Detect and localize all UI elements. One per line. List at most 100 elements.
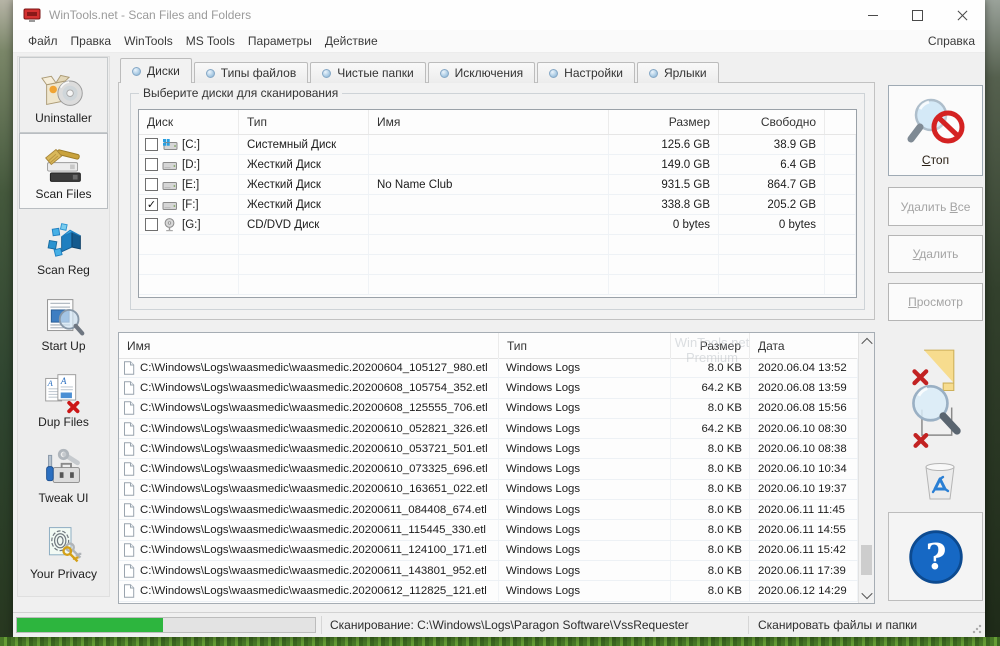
sidebar-item-scan-reg[interactable]: Scan Reg bbox=[19, 209, 108, 285]
sidebar-item-dup-files[interactable]: Dup Files bbox=[19, 361, 108, 437]
file-icon bbox=[123, 462, 135, 476]
disk-row[interactable]: [D:] Жесткий Диск 149.0 GB 6.4 GB bbox=[139, 155, 856, 175]
desktop-wallpaper-left bbox=[0, 0, 13, 646]
file-row[interactable]: C:\Windows\Logs\waasmedic\waasmedic.2020… bbox=[119, 398, 858, 419]
disk-row[interactable]: ✓ [F:] Жесткий Диск 338.8 GB 205.2 GB bbox=[139, 195, 856, 215]
delete-label: Удалить bbox=[912, 247, 959, 261]
file-date: 2020.06.10 19:37 bbox=[750, 479, 858, 500]
file-date: 2020.06.10 10:34 bbox=[750, 459, 858, 479]
file-size: 8.0 KB bbox=[671, 398, 750, 418]
help-button[interactable] bbox=[888, 512, 983, 601]
disk-size: 149.0 GB bbox=[609, 155, 719, 174]
file-type: Windows Logs bbox=[499, 439, 671, 459]
sidebar-icon bbox=[41, 446, 86, 491]
file-path: C:\Windows\Logs\waasmedic\waasmedic.2020… bbox=[140, 381, 488, 394]
disk-col-size[interactable]: Размер bbox=[609, 110, 719, 134]
file-size: 8.0 KB bbox=[671, 358, 750, 378]
file-row[interactable]: C:\Windows\Logs\waasmedic\waasmedic.2020… bbox=[119, 378, 858, 399]
preview-button[interactable]: Просмотр bbox=[888, 283, 983, 321]
file-size: 8.0 KB bbox=[671, 479, 750, 500]
tab-6[interactable]: Ярлыки bbox=[637, 62, 719, 83]
resize-grip[interactable] bbox=[972, 624, 982, 634]
sidebar-item-scan-files[interactable]: Scan Files bbox=[19, 133, 108, 209]
disk-row[interactable]: [E:] Жесткий Диск No Name Club 931.5 GB … bbox=[139, 175, 856, 195]
file-path: C:\Windows\Logs\waasmedic\waasmedic.2020… bbox=[140, 463, 488, 476]
disk-row[interactable]: [G:] CD/DVD Диск 0 bytes 0 bytes bbox=[139, 215, 856, 235]
menu-item-options[interactable]: Параметры bbox=[248, 34, 312, 48]
file-table-body: C:\Windows\Logs\waasmedic\waasmedic.2020… bbox=[119, 358, 858, 603]
file-col-size[interactable]: Размер bbox=[671, 333, 750, 358]
scroll-thumb[interactable] bbox=[861, 545, 872, 575]
menu-item-edit[interactable]: Правка bbox=[71, 34, 112, 48]
disk-row[interactable]: [C:] Системный Диск 125.6 GB 38.9 GB bbox=[139, 135, 856, 155]
minimize-button[interactable] bbox=[850, 0, 895, 30]
disk-size: 338.8 GB bbox=[609, 195, 719, 214]
file-type: Windows Logs bbox=[499, 418, 671, 439]
file-icon bbox=[123, 543, 135, 557]
file-row[interactable]: C:\Windows\Logs\waasmedic\waasmedic.2020… bbox=[119, 520, 858, 541]
menu-item-action[interactable]: Действие bbox=[325, 34, 378, 48]
tab-label: Типы файлов bbox=[220, 66, 297, 80]
file-icon bbox=[123, 503, 135, 517]
file-row[interactable]: C:\Windows\Logs\waasmedic\waasmedic.2020… bbox=[119, 581, 858, 602]
disk-checkbox[interactable] bbox=[145, 138, 158, 151]
disk-checkbox[interactable]: ✓ bbox=[145, 198, 158, 211]
file-row[interactable]: C:\Windows\Logs\waasmedic\waasmedic.2020… bbox=[119, 560, 858, 582]
disk-checkbox[interactable] bbox=[145, 178, 158, 191]
menu-item-file[interactable]: Файл bbox=[28, 34, 58, 48]
disk-checkbox[interactable] bbox=[145, 158, 158, 171]
file-size: 8.0 KB bbox=[671, 459, 750, 479]
tab-3[interactable]: Чистые папки bbox=[310, 62, 426, 83]
maximize-button[interactable] bbox=[895, 0, 940, 30]
tab-4[interactable]: Исключения bbox=[427, 62, 536, 83]
disk-col-name[interactable]: Имя bbox=[369, 110, 609, 134]
scroll-up-button[interactable] bbox=[859, 333, 875, 350]
sidebar-item-privacy[interactable]: Your Privacy bbox=[19, 513, 108, 589]
file-list-scrollbar[interactable] bbox=[858, 333, 874, 603]
delete-all-button[interactable]: Удалить Все bbox=[888, 187, 983, 226]
disk-col-drive[interactable]: Диск bbox=[139, 110, 239, 134]
menu-item-mstools[interactable]: MS Tools bbox=[186, 34, 235, 48]
file-row[interactable]: C:\Windows\Logs\waasmedic\waasmedic.2020… bbox=[119, 459, 858, 480]
disk-size bbox=[609, 275, 719, 294]
disk-col-type[interactable]: Тип bbox=[239, 110, 369, 134]
drive-letter: [C:] bbox=[182, 138, 200, 151]
tab-1[interactable]: Диски bbox=[120, 58, 192, 83]
file-col-date[interactable]: Дата bbox=[750, 333, 858, 358]
tab-circle-icon bbox=[439, 68, 449, 78]
tab-2[interactable]: Типы файлов bbox=[193, 62, 309, 83]
sidebar-item-startup[interactable]: Start Up bbox=[19, 285, 108, 361]
delete-button[interactable]: Удалить bbox=[888, 235, 983, 273]
tab-panel-disks: Выберите диски для сканирования Диск Тип… bbox=[118, 82, 875, 320]
file-row[interactable]: C:\Windows\Logs\waasmedic\waasmedic.2020… bbox=[119, 439, 858, 460]
file-row[interactable]: C:\Windows\Logs\waasmedic\waasmedic.2020… bbox=[119, 358, 858, 379]
file-table-header: Имя Тип Размер Дата bbox=[119, 333, 858, 359]
file-path: C:\Windows\Logs\waasmedic\waasmedic.2020… bbox=[140, 544, 487, 557]
file-col-type[interactable]: Тип bbox=[499, 333, 671, 358]
tab-circle-icon bbox=[205, 68, 215, 78]
close-button[interactable] bbox=[940, 0, 985, 30]
file-row[interactable]: C:\Windows\Logs\waasmedic\waasmedic.2020… bbox=[119, 500, 858, 521]
disk-col-free[interactable]: Свободно bbox=[719, 110, 825, 134]
disk-free bbox=[719, 275, 825, 294]
scanning-folder-icon bbox=[906, 341, 974, 457]
sidebar-item-uninstaller[interactable]: Uninstaller bbox=[19, 57, 108, 133]
file-row[interactable]: C:\Windows\Logs\waasmedic\waasmedic.2020… bbox=[119, 479, 858, 501]
drive-icon bbox=[162, 198, 178, 212]
file-row[interactable]: C:\Windows\Logs\waasmedic\waasmedic.2020… bbox=[119, 418, 858, 440]
sidebar-item-tweak-ui[interactable]: Tweak UI bbox=[19, 437, 108, 513]
disk-checkbox[interactable] bbox=[145, 218, 158, 231]
scroll-down-button[interactable] bbox=[859, 586, 875, 603]
file-icon bbox=[123, 584, 135, 598]
file-type: Windows Logs bbox=[499, 500, 671, 520]
file-row[interactable]: C:\Windows\Logs\waasmedic\waasmedic.2020… bbox=[119, 540, 858, 561]
menu-item-wintools[interactable]: WinTools bbox=[124, 34, 173, 48]
tab-5[interactable]: Настройки bbox=[537, 62, 636, 83]
sidebar-icon bbox=[41, 142, 86, 187]
menu-item-help[interactable]: Справка bbox=[928, 34, 975, 48]
status-mode-text: Сканировать файлы и папки bbox=[758, 618, 918, 632]
sidebar-icon bbox=[41, 370, 86, 415]
tab-circle-icon bbox=[549, 68, 559, 78]
file-col-name[interactable]: Имя bbox=[119, 333, 499, 358]
stop-button[interactable]: Стоп bbox=[888, 85, 983, 176]
